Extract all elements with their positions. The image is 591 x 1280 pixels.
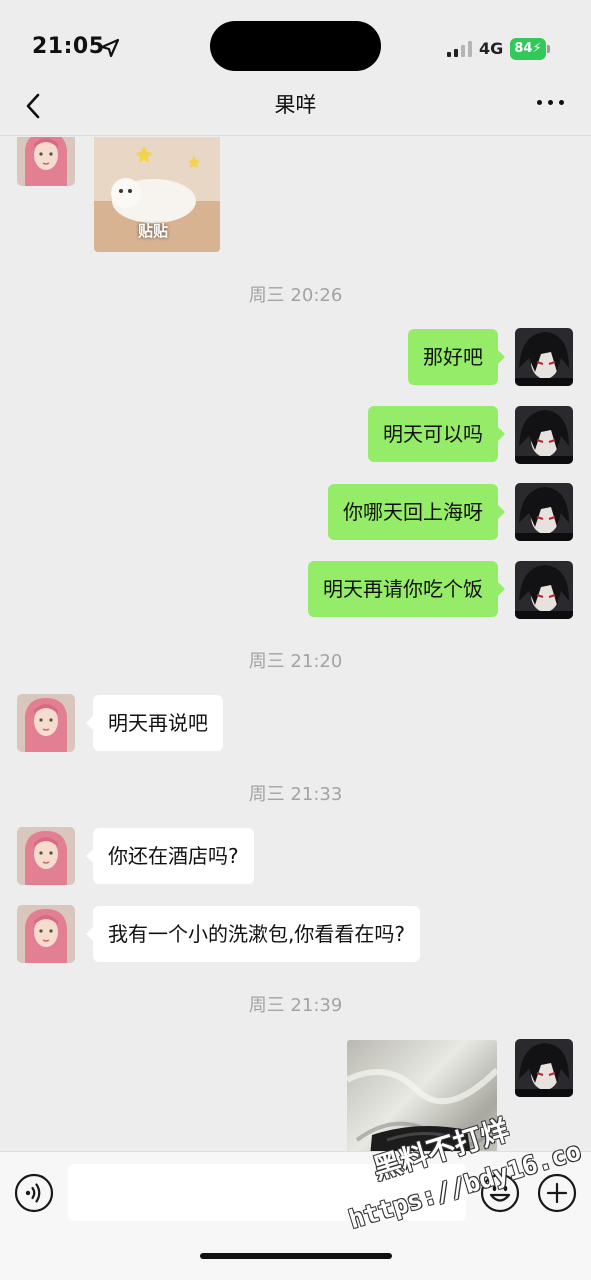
battery-tip [547, 45, 550, 53]
input-toolbar [0, 1151, 591, 1280]
status-time: 21:05 [32, 34, 105, 59]
timestamp: 周三 21:39 [248, 995, 343, 1016]
plus-icon [537, 1173, 577, 1213]
cat-sticker[interactable]: 贴贴 [94, 137, 220, 252]
sent-message-bubble[interactable]: 明天再请你吃个饭 [308, 561, 505, 617]
my-avatar-image [515, 561, 573, 619]
emoji-icon [480, 1173, 520, 1213]
timestamp: 周三 20:26 [248, 285, 343, 306]
status-bar: 21:05 4G 84⚡ [0, 0, 591, 76]
message-list[interactable]: 贴贴 周三 20:26 那好吧 明天可以吗 你哪天回上海呀 明天再请你吃个饭 周… [0, 137, 591, 1151]
battery-indicator: 84⚡ [510, 38, 546, 60]
chat-title: 果咩 [274, 93, 317, 117]
contact-avatar-image [17, 905, 75, 963]
contact-avatar[interactable] [17, 827, 75, 885]
home-indicator [200, 1253, 392, 1259]
received-message-bubble[interactable]: 我有一个小的洗漱包,你看看在吗? [86, 906, 420, 962]
my-avatar[interactable] [515, 483, 573, 541]
network-type: 4G [479, 39, 504, 58]
voice-button[interactable] [14, 1173, 54, 1213]
timestamp: 周三 21:33 [248, 784, 343, 805]
voice-icon [14, 1173, 54, 1213]
timestamp: 周三 21:20 [248, 651, 343, 672]
my-avatar[interactable] [515, 561, 573, 619]
emoji-button[interactable] [480, 1173, 520, 1213]
sticker-caption: 贴贴 [138, 222, 169, 240]
photo-image [347, 1040, 497, 1151]
my-avatar[interactable] [515, 328, 573, 386]
location-arrow-icon [100, 38, 120, 58]
my-avatar-image [515, 483, 573, 541]
chat-header: 果咩 [0, 76, 591, 136]
more-dots-icon [537, 100, 542, 105]
charging-icon: ⚡ [532, 41, 542, 56]
contact-avatar[interactable] [17, 905, 75, 963]
sent-photo[interactable] [347, 1040, 497, 1151]
signal-icon [447, 41, 472, 57]
my-avatar-image [515, 328, 573, 386]
sent-message-bubble[interactable]: 明天可以吗 [368, 406, 505, 462]
contact-avatar[interactable] [17, 137, 75, 186]
more-button[interactable] [532, 90, 568, 120]
contact-avatar-image [17, 694, 75, 752]
received-message-bubble[interactable]: 明天再说吧 [86, 695, 223, 751]
my-avatar-image [515, 1039, 573, 1097]
contact-avatar-image [17, 137, 75, 186]
sent-message-bubble[interactable]: 你哪天回上海呀 [328, 484, 505, 540]
message-input[interactable] [68, 1164, 466, 1221]
my-avatar[interactable] [515, 406, 573, 464]
dynamic-island [210, 21, 381, 71]
contact-avatar[interactable] [17, 694, 75, 752]
received-message-bubble[interactable]: 你还在酒店吗? [86, 828, 254, 884]
sent-message-bubble[interactable]: 那好吧 [408, 329, 505, 385]
my-avatar[interactable] [515, 1039, 573, 1097]
contact-avatar-image [17, 827, 75, 885]
plus-button[interactable] [537, 1173, 577, 1213]
battery-level: 84 [514, 41, 533, 56]
my-avatar-image [515, 406, 573, 464]
